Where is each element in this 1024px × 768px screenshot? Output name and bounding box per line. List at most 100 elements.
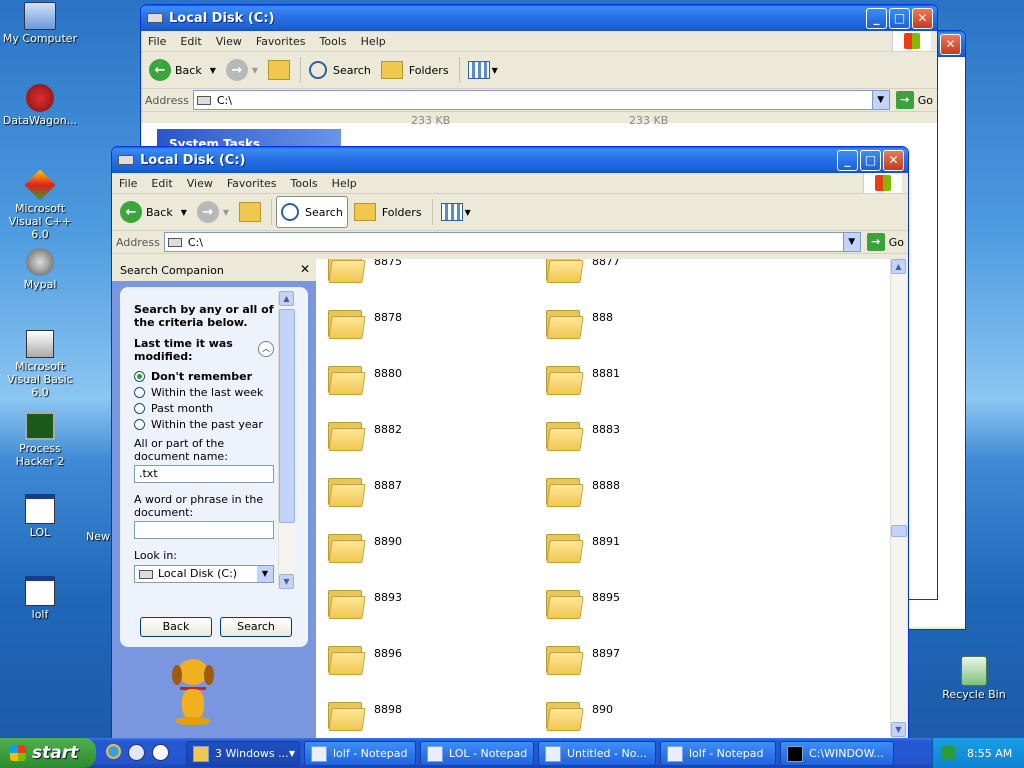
menu-favorites[interactable]: Favorites bbox=[249, 35, 313, 48]
folder-item[interactable]: 8881 bbox=[546, 363, 620, 395]
forward-button[interactable]: → ▼ bbox=[222, 57, 262, 83]
close-button[interactable]: ✕ bbox=[912, 7, 933, 29]
address-dropdown-button[interactable]: ▼ bbox=[842, 233, 860, 251]
taskbar-item-lol-notepad[interactable]: LOL - Notepad bbox=[420, 741, 534, 766]
address-input[interactable]: C:\ ▼ bbox=[192, 90, 890, 110]
scroll-down-arrow[interactable]: ▼ bbox=[891, 722, 906, 737]
start-button[interactable]: start bbox=[0, 738, 96, 768]
file-list-scrollbar[interactable]: ▲ ▼ bbox=[890, 259, 907, 737]
folder-item[interactable]: 8890 bbox=[328, 531, 402, 563]
menu-tools[interactable]: Tools bbox=[313, 35, 354, 48]
forward-button[interactable]: → ▼ bbox=[193, 199, 233, 225]
folder-item[interactable]: 890 bbox=[546, 699, 613, 731]
taskbar-item-lolf-notepad[interactable]: lolf - Notepad bbox=[304, 741, 416, 766]
folder-item[interactable]: 888 bbox=[546, 307, 613, 339]
menu-view[interactable]: View bbox=[180, 177, 220, 190]
folder-item[interactable]: 8875 bbox=[328, 259, 402, 283]
close-button[interactable]: ✕ bbox=[883, 149, 904, 171]
network-icon[interactable] bbox=[941, 746, 955, 760]
desktop-icon-visual-cpp[interactable]: Microsoft Visual C++ 6.0 bbox=[0, 169, 80, 241]
address-input[interactable]: C:\ ▼ bbox=[163, 232, 861, 252]
scroll-down-arrow[interactable]: ▼ bbox=[279, 574, 294, 589]
menu-help[interactable]: Help bbox=[325, 177, 364, 190]
desktop-icon-new[interactable]: New bbox=[86, 530, 110, 543]
back-search-button[interactable]: Back bbox=[140, 617, 212, 637]
desktop-icon-my-computer[interactable]: My Computer bbox=[0, 2, 80, 45]
menu-favorites[interactable]: Favorites bbox=[220, 177, 284, 190]
desktop-icon-lol[interactable]: LOL bbox=[0, 494, 80, 539]
views-button[interactable]: ▼ bbox=[437, 201, 475, 223]
minimize-button[interactable]: _ bbox=[837, 149, 858, 171]
desktop-icon-process-hacker[interactable]: Process Hacker 2 bbox=[0, 412, 80, 468]
title-bar[interactable]: Local Disk (C:) _ □ ✕ bbox=[141, 5, 937, 31]
menu-file[interactable]: File bbox=[112, 177, 144, 190]
up-folder-button[interactable] bbox=[235, 200, 265, 224]
up-folder-button[interactable] bbox=[264, 58, 294, 82]
menu-edit[interactable]: Edit bbox=[144, 177, 179, 190]
back-button[interactable]: ← Back ▼ bbox=[116, 199, 191, 225]
desktop-icon-lolf[interactable]: lolf bbox=[0, 576, 80, 621]
menu-view[interactable]: View bbox=[209, 35, 249, 48]
radio-dont-remember[interactable]: Don't remember bbox=[134, 370, 263, 383]
browser-icon[interactable] bbox=[106, 744, 121, 759]
radio-past-year[interactable]: Within the past year bbox=[134, 418, 263, 431]
folder-item[interactable]: 8880 bbox=[328, 363, 402, 395]
start-search-button[interactable]: Search bbox=[220, 617, 292, 637]
folders-button[interactable]: Folders bbox=[377, 59, 453, 81]
folder-item[interactable]: 8882 bbox=[328, 419, 402, 451]
address-dropdown-button[interactable]: ▼ bbox=[871, 91, 889, 109]
taskbar-item-untitled-notepad[interactable]: Untitled - No... bbox=[538, 741, 656, 766]
desktop-icon-recycle-bin[interactable]: Recycle Bin bbox=[934, 656, 1014, 701]
scroll-up-arrow[interactable]: ▲ bbox=[279, 291, 294, 306]
folder-item[interactable]: 8898 bbox=[328, 699, 402, 731]
maximize-button[interactable]: □ bbox=[889, 7, 910, 29]
folders-button[interactable]: Folders bbox=[350, 201, 426, 223]
folder-item[interactable]: 8893 bbox=[328, 587, 402, 619]
folder-item[interactable]: 8877 bbox=[546, 259, 620, 283]
menu-help[interactable]: Help bbox=[354, 35, 393, 48]
folder-item[interactable]: 8891 bbox=[546, 531, 620, 563]
media-icon[interactable] bbox=[128, 744, 145, 761]
scroll-thumb[interactable] bbox=[891, 525, 907, 537]
search-button[interactable]: Search bbox=[305, 59, 375, 81]
radio-last-week[interactable]: Within the last week bbox=[134, 386, 263, 399]
back-button[interactable]: ← Back ▼ bbox=[145, 57, 220, 83]
search-button[interactable]: Search bbox=[276, 196, 348, 228]
look-in-select[interactable]: Local Disk (C:) ▼ bbox=[134, 565, 274, 583]
go-button[interactable]: → Go bbox=[866, 233, 904, 251]
taskbar-item-command-prompt[interactable]: C:\WINDOW... bbox=[780, 741, 894, 766]
explorer-window-front[interactable]: Local Disk (C:) _ □ ✕ File Edit View Fav… bbox=[111, 146, 909, 740]
go-button[interactable]: → Go bbox=[895, 91, 933, 109]
folder-item[interactable]: 8887 bbox=[328, 475, 402, 507]
radio-past-month[interactable]: Past month bbox=[134, 402, 263, 415]
desktop-icon-visual-basic[interactable]: Microsoft Visual Basic 6.0 bbox=[0, 330, 80, 399]
folder-item[interactable]: 8878 bbox=[328, 307, 402, 339]
player-icon[interactable] bbox=[152, 744, 169, 761]
folder-item[interactable]: 8895 bbox=[546, 587, 620, 619]
scroll-up-arrow[interactable]: ▲ bbox=[891, 259, 906, 274]
desktop-icon-mypal[interactable]: Mypal bbox=[0, 248, 80, 291]
menu-file[interactable]: File bbox=[141, 35, 173, 48]
folder-item[interactable]: 8888 bbox=[546, 475, 620, 507]
maximize-button[interactable]: □ bbox=[860, 149, 881, 171]
scroll-thumb[interactable] bbox=[279, 309, 295, 523]
taskbar-item-windows-group[interactable]: 3 Windows ... ▼ bbox=[186, 741, 300, 766]
collapse-icon[interactable]: ︿ bbox=[258, 341, 274, 357]
clock[interactable]: 8:55 AM bbox=[967, 747, 1012, 760]
document-name-input[interactable]: .txt bbox=[134, 465, 274, 483]
phrase-input[interactable] bbox=[134, 521, 274, 539]
menu-tools[interactable]: Tools bbox=[284, 177, 325, 190]
minimize-button[interactable]: _ bbox=[866, 7, 887, 29]
views-button[interactable]: ▼ bbox=[464, 59, 502, 81]
folder-item[interactable]: 8883 bbox=[546, 419, 620, 451]
title-bar[interactable]: Local Disk (C:) _ □ ✕ bbox=[112, 147, 908, 173]
taskbar-item-lolf-notepad-2[interactable]: lolf - Notepad bbox=[660, 741, 776, 766]
menu-edit[interactable]: Edit bbox=[173, 35, 208, 48]
folder-item[interactable]: 8896 bbox=[328, 643, 402, 675]
desktop-icon-datawagon[interactable]: DataWagon... bbox=[0, 84, 80, 127]
close-button[interactable]: ✕ bbox=[940, 33, 961, 55]
folder-item[interactable]: 8897 bbox=[546, 643, 620, 675]
rover-dog-icon[interactable] bbox=[170, 659, 216, 727]
form-scrollbar[interactable]: ▲ ▼ bbox=[278, 291, 295, 589]
close-pane-icon[interactable]: ✕ bbox=[300, 262, 310, 276]
